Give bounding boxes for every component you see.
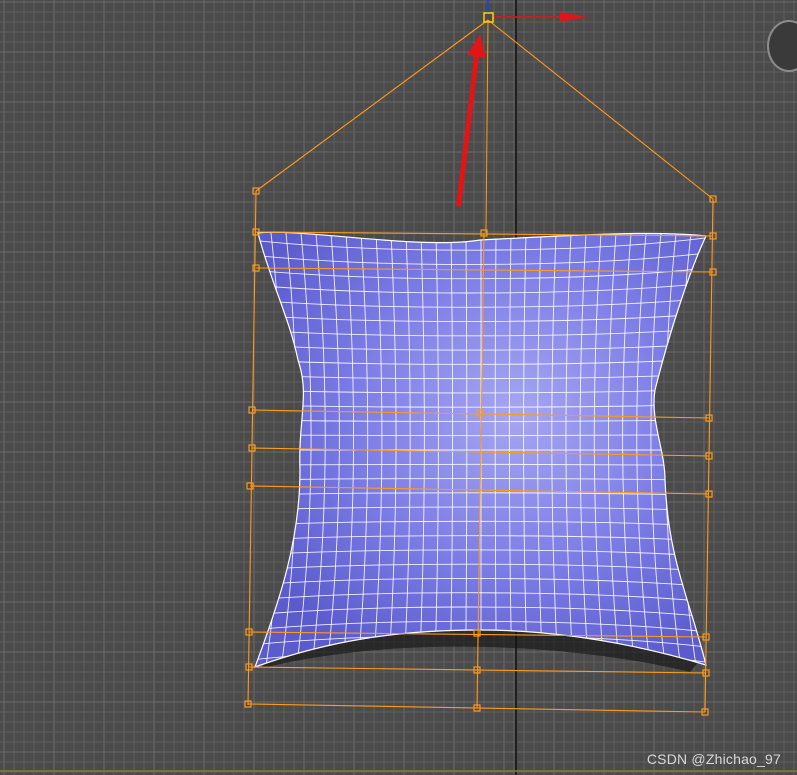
perspective-viewport[interactable]: CSDN @Zhichao_97 <box>0 0 797 775</box>
viewport-scene[interactable] <box>0 0 797 775</box>
mesh-edge <box>255 663 706 668</box>
transform-gizmo[interactable] <box>483 0 588 23</box>
lattice-edge <box>255 19 489 192</box>
annotation-red-arrow <box>456 34 486 207</box>
watermark-text: CSDN @Zhichao_97 <box>646 751 781 767</box>
